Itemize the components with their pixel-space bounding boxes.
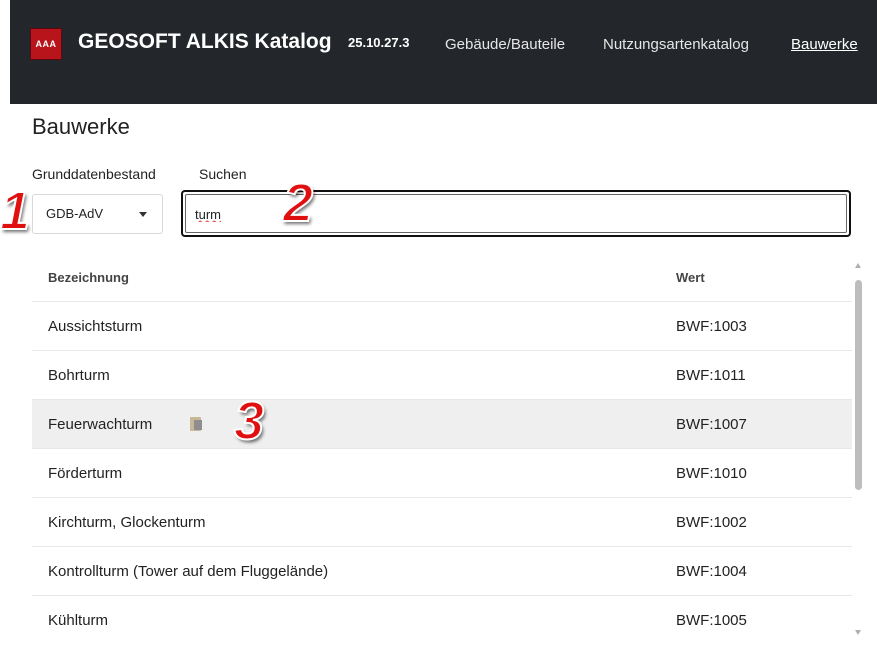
annotation-marker-3: 3 [233, 391, 265, 451]
table-row[interactable]: Förderturm BWF:1010 [32, 448, 852, 497]
row-bezeichnung: Kontrollturm (Tower auf dem Fluggelände) [48, 563, 329, 580]
top-navbar: AAA GEOSOFT ALKIS Katalog 25.10.27.3 Geb… [10, 0, 877, 104]
grunddatenbestand-label: Grunddatenbestand [32, 166, 156, 182]
search-box[interactable] [181, 190, 851, 237]
row-bezeichnung: Bohrturm [48, 367, 110, 384]
table-row[interactable]: Kirchturm, Glockenturm BWF:1002 [32, 497, 852, 546]
table-row[interactable]: Kontrollturm (Tower auf dem Fluggelände)… [32, 546, 852, 595]
table-row[interactable]: Bohrturm BWF:1011 [32, 350, 852, 399]
row-wert: BWF:1010 [676, 465, 747, 482]
column-header-bezeichnung[interactable]: Bezeichnung [48, 270, 129, 285]
table-row[interactable]: Kühlturm BWF:1005 [32, 595, 852, 644]
row-wert: BWF:1005 [676, 612, 747, 629]
page-title: Bauwerke [32, 114, 130, 139]
app-version: 25.10.27.3 [348, 35, 410, 50]
row-wert: BWF:1004 [676, 563, 747, 580]
app-logo-icon[interactable]: AAA [30, 28, 62, 60]
nav-link-nutzungsartenkatalog[interactable]: Nutzungsartenkatalog [603, 36, 749, 53]
scroll-down-arrow-icon[interactable] [855, 630, 861, 635]
row-bezeichnung: Förderturm [48, 465, 123, 482]
annotation-marker-2: 2 [282, 173, 314, 233]
row-wert: BWF:1003 [676, 318, 747, 335]
row-wert: BWF:1002 [676, 514, 747, 531]
annotation-marker-1: 1 [0, 181, 31, 241]
left-margin [0, 0, 10, 660]
app-title[interactable]: GEOSOFT ALKIS Katalog [78, 30, 332, 54]
dropdown-caret-icon [139, 212, 147, 217]
nav-link-bauwerke[interactable]: Bauwerke [791, 36, 858, 53]
table-row-hovered[interactable]: Feuerwachturm BWF:1007 [32, 399, 852, 448]
grunddatenbestand-selected-value: GDB-AdV [46, 206, 104, 221]
row-wert: BWF:1007 [676, 416, 747, 433]
row-wert: BWF:1011 [676, 367, 746, 384]
table-scrollbar[interactable] [852, 258, 864, 638]
table-row[interactable]: Aussichtsturm BWF:1003 [32, 301, 852, 350]
row-bezeichnung: Kühlturm [48, 612, 109, 629]
row-bezeichnung: Aussichtsturm [48, 318, 143, 335]
nav-link-gebaeude-bauteile[interactable]: Gebäude/Bauteile [445, 36, 565, 53]
column-header-wert[interactable]: Wert [676, 270, 705, 285]
clipboard-copy-icon[interactable] [190, 417, 202, 431]
scroll-up-arrow-icon[interactable] [855, 263, 861, 268]
scrollbar-thumb[interactable] [855, 280, 862, 490]
grunddatenbestand-select[interactable]: GDB-AdV [32, 194, 163, 234]
row-bezeichnung: Feuerwachturm [48, 416, 153, 433]
suchen-label: Suchen [199, 166, 247, 182]
row-bezeichnung: Kirchturm, Glockenturm [48, 514, 206, 531]
